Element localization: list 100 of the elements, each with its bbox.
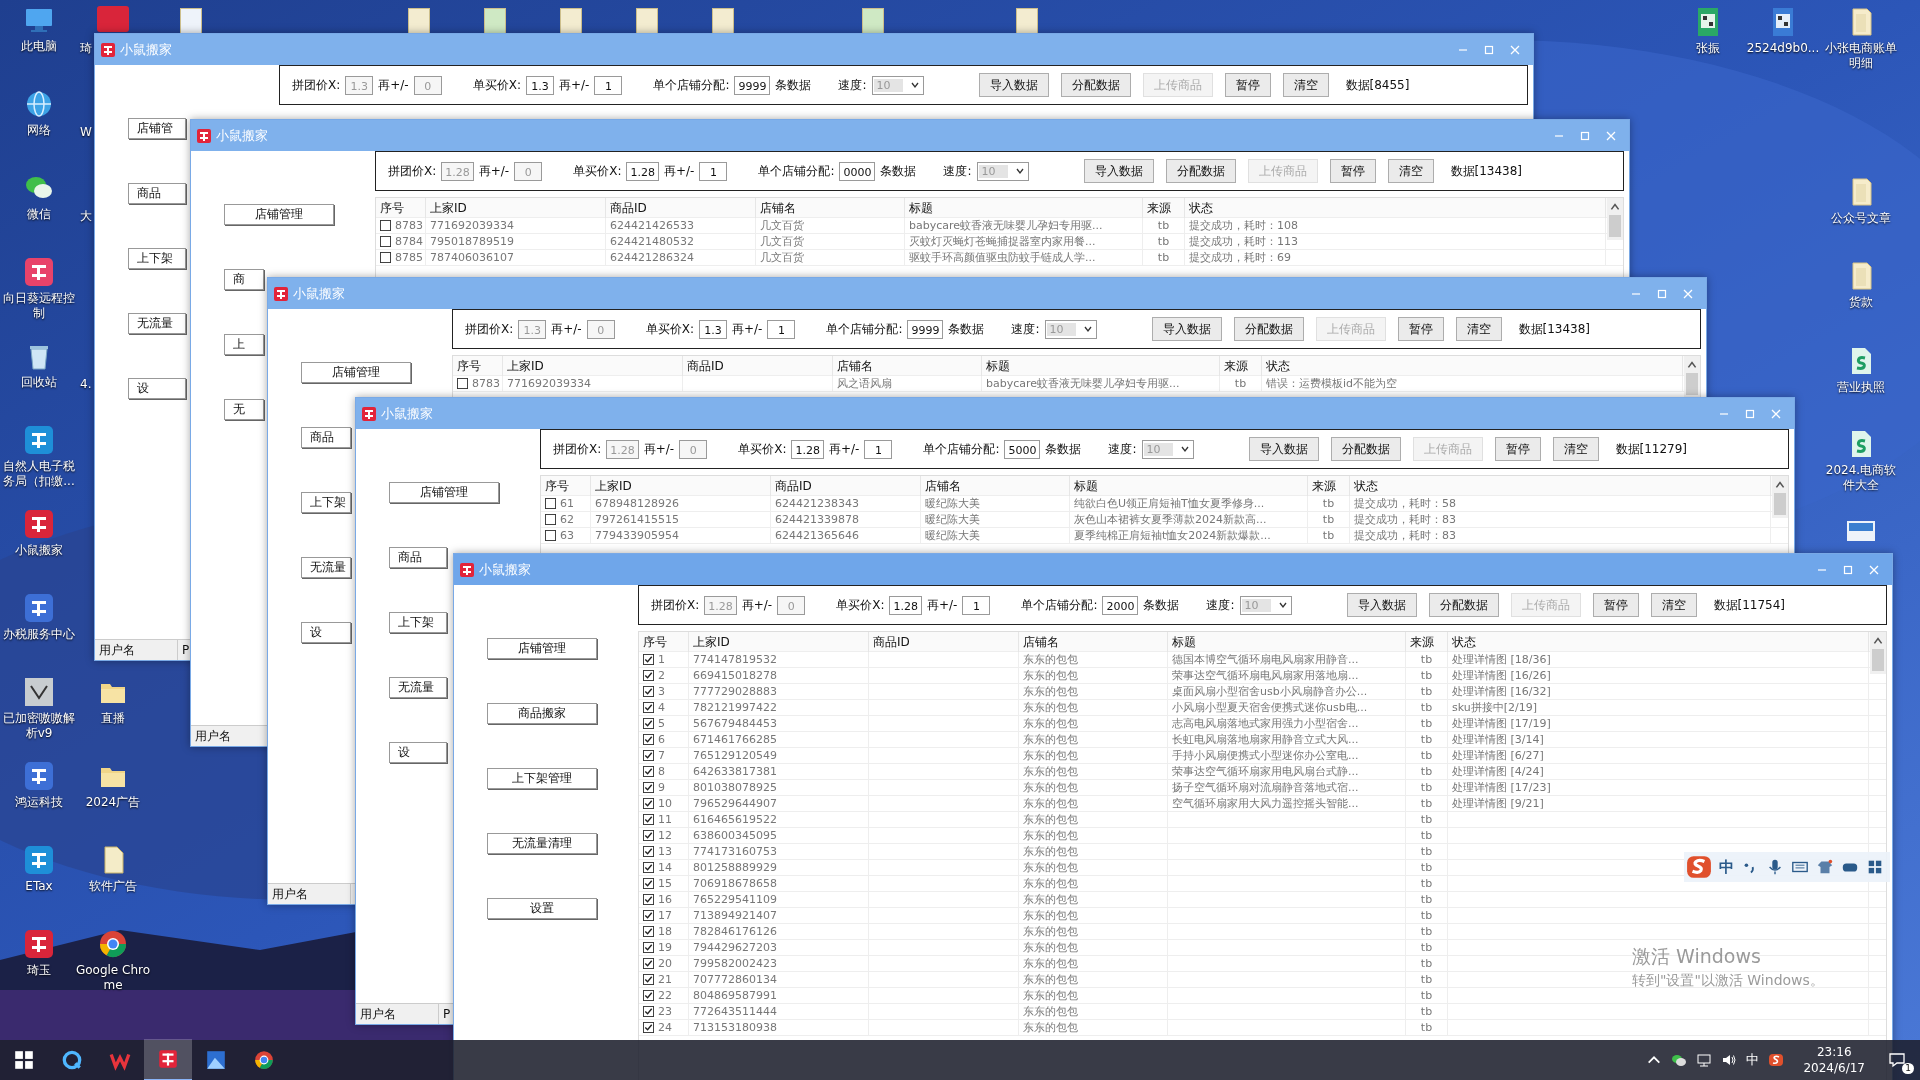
row-checkbox[interactable]: [643, 702, 654, 713]
column-header[interactable]: 状态: [1185, 198, 1606, 218]
input-field[interactable]: 0000: [839, 161, 876, 181]
row-checkbox[interactable]: [643, 862, 654, 873]
sidebar-button[interactable]: 设置: [487, 898, 597, 919]
scrollbar[interactable]: [1684, 356, 1700, 398]
toolbar-button[interactable]: 分配数据: [1233, 317, 1304, 341]
sidebar-button[interactable]: 商品搬家: [487, 703, 597, 724]
toolbar-button[interactable]: 分配数据: [1330, 437, 1401, 461]
sidebar-button[interactable]: 店铺管理: [389, 482, 499, 503]
row-checkbox[interactable]: [643, 894, 654, 905]
row-checkbox[interactable]: [545, 514, 556, 525]
row-checkbox[interactable]: [643, 958, 654, 969]
app-icon[interactable]: [23, 928, 55, 960]
app-icon[interactable]: [23, 676, 55, 708]
column-header[interactable]: 店铺名: [921, 476, 1070, 496]
volume-icon[interactable]: [1721, 1052, 1738, 1068]
row-checkbox[interactable]: [643, 1022, 654, 1033]
app-icon[interactable]: [23, 424, 55, 456]
column-header[interactable]: 状态: [1262, 356, 1683, 376]
microphone-icon[interactable]: [1766, 858, 1784, 876]
row-checkbox[interactable]: [643, 766, 654, 777]
scrollbar[interactable]: [1870, 632, 1886, 674]
sidebar-button[interactable]: 店铺管理: [487, 638, 597, 659]
grid-icon[interactable]: [1866, 858, 1884, 876]
input-field[interactable]: 1: [767, 319, 796, 339]
sidebar-button[interactable]: 无: [224, 399, 264, 420]
sidebar-button[interactable]: 商品: [301, 427, 351, 448]
row-checkbox[interactable]: [643, 750, 654, 761]
input-field[interactable]: 1.28: [626, 161, 659, 181]
row-checkbox[interactable]: [643, 686, 654, 697]
sidebar-button[interactable]: 上下架管理: [487, 768, 597, 789]
row-checkbox[interactable]: [643, 654, 654, 665]
toolbar-button[interactable]: 分配数据: [1060, 73, 1131, 97]
input-field[interactable]: 1: [864, 439, 893, 459]
scrollbar-thumb[interactable]: [1872, 649, 1884, 671]
column-header[interactable]: 标题: [1168, 632, 1406, 652]
column-header[interactable]: 上家ID: [689, 632, 869, 652]
row-checkbox[interactable]: [545, 498, 556, 509]
sidebar-button[interactable]: 无流量清理: [487, 833, 597, 854]
sidebar-button[interactable]: 商品: [128, 183, 186, 204]
input-mode[interactable]: 中: [1746, 1051, 1760, 1069]
column-header[interactable]: 上家ID: [591, 476, 771, 496]
row-checkbox[interactable]: [457, 378, 468, 389]
app-icon[interactable]: [23, 256, 55, 288]
toolbar-button[interactable]: 导入数据: [1151, 317, 1222, 341]
sidebar-button[interactable]: 上下架: [301, 492, 351, 513]
toolbar-button[interactable]: 暂停: [1397, 317, 1444, 341]
scrollbar-thumb[interactable]: [1609, 215, 1621, 237]
row-checkbox[interactable]: [643, 846, 654, 857]
column-header[interactable]: 标题: [1070, 476, 1308, 496]
row-checkbox[interactable]: [643, 878, 654, 889]
browser-icon[interactable]: [97, 928, 129, 960]
row-checkbox[interactable]: [643, 910, 654, 921]
ime-logo-icon[interactable]: [1768, 1052, 1785, 1068]
sidebar-button[interactable]: 无流量: [301, 557, 351, 578]
input-field[interactable]: 9999: [734, 75, 771, 95]
row-checkbox[interactable]: [643, 814, 654, 825]
input-field[interactable]: 1.28: [791, 439, 824, 459]
scrollbar[interactable]: [1607, 198, 1623, 240]
column-header[interactable]: 来源: [1220, 356, 1262, 376]
notification-icon[interactable]: [1888, 1051, 1906, 1069]
input-field[interactable]: 5000: [1004, 439, 1041, 459]
shirt-icon[interactable]: [1816, 858, 1834, 876]
row-checkbox[interactable]: [643, 782, 654, 793]
column-header[interactable]: 标题: [982, 356, 1220, 376]
column-header[interactable]: 序号: [453, 356, 503, 376]
column-header[interactable]: 状态: [1448, 632, 1869, 652]
chat-icon[interactable]: [1671, 1052, 1688, 1068]
column-header[interactable]: 店铺名: [756, 198, 905, 218]
column-header[interactable]: 来源: [1143, 198, 1185, 218]
sidebar-button[interactable]: 店铺管: [128, 118, 186, 139]
input-field[interactable]: 1.3: [698, 319, 727, 339]
app-icon[interactable]: [144, 1039, 192, 1080]
column-header[interactable]: 序号: [639, 632, 689, 652]
row-checkbox[interactable]: [643, 942, 654, 953]
input-mode[interactable]: 中: [1719, 857, 1734, 877]
sidebar-button[interactable]: 设: [128, 378, 186, 399]
sidebar-button[interactable]: 上下架: [389, 612, 447, 633]
scrollbar[interactable]: [1772, 476, 1788, 518]
column-header[interactable]: 店铺名: [1019, 632, 1168, 652]
input-field[interactable]: 1: [962, 595, 991, 615]
app-icon[interactable]: [23, 760, 55, 792]
sidebar-button[interactable]: 上: [224, 334, 264, 355]
toolbar-button[interactable]: 清空: [1650, 593, 1697, 617]
column-header[interactable]: 商品ID: [869, 632, 1019, 652]
app-icon[interactable]: [23, 508, 55, 540]
row-checkbox[interactable]: [643, 926, 654, 937]
toolbar-button[interactable]: 导入数据: [978, 73, 1049, 97]
row-checkbox[interactable]: [643, 718, 654, 729]
toolbar-button[interactable]: 分配数据: [1428, 593, 1499, 617]
row-checkbox[interactable]: [380, 252, 391, 263]
column-header[interactable]: 序号: [541, 476, 591, 496]
input-field[interactable]: 9999: [907, 319, 944, 339]
column-header[interactable]: 商品ID: [683, 356, 833, 376]
sidebar-button[interactable]: 店铺管理: [301, 362, 411, 383]
app-icon[interactable]: [23, 844, 55, 876]
toolbar-button[interactable]: 暂停: [1224, 73, 1271, 97]
toolbar-button[interactable]: 暂停: [1494, 437, 1541, 461]
toolbar-button[interactable]: 导入数据: [1083, 159, 1154, 183]
